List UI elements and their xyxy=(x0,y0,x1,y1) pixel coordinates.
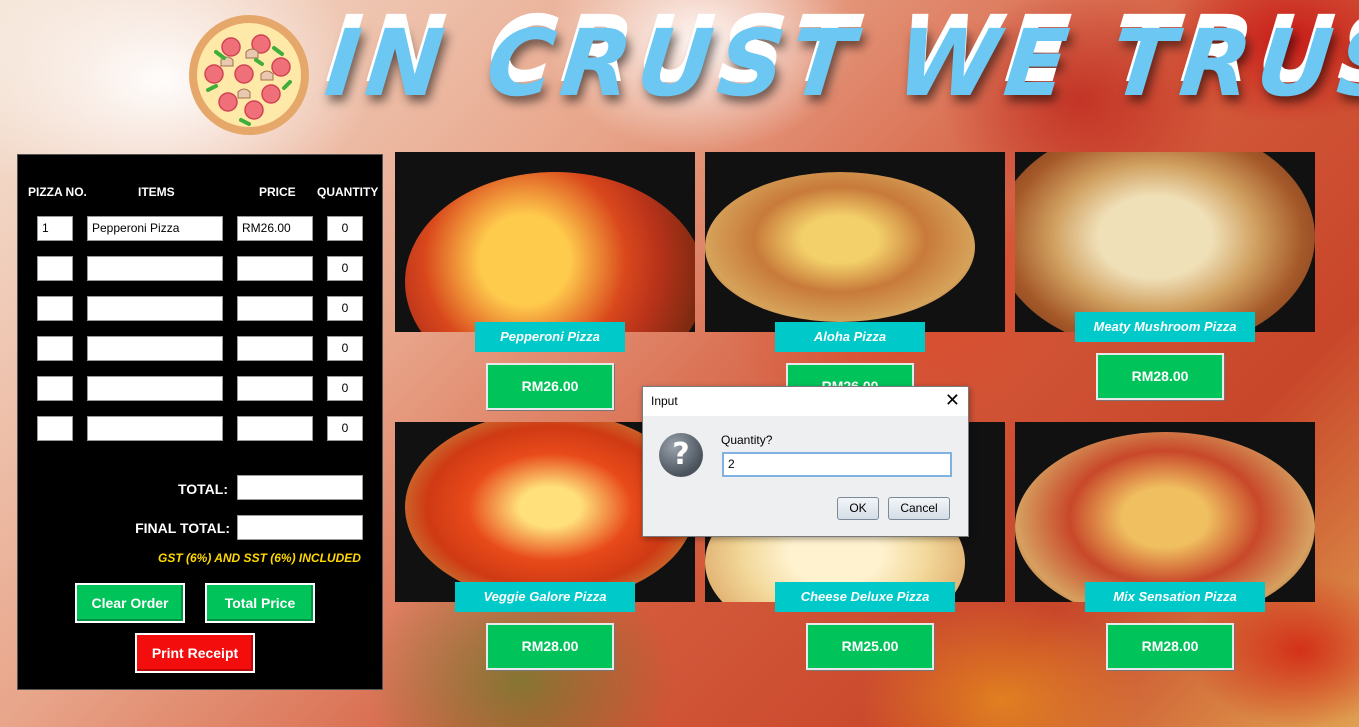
row-2-item-field[interactable] xyxy=(87,256,223,281)
column-header-pizza-no: PIZZA NO. xyxy=(28,185,87,199)
row-2-pizza-no-field[interactable] xyxy=(37,256,73,281)
row-1-quantity-field[interactable]: 0 xyxy=(327,216,363,241)
column-header-price: PRICE xyxy=(259,185,296,199)
dialog-title: Input xyxy=(651,394,678,408)
menu-item-3-name: Meaty Mushroom Pizza xyxy=(1075,312,1255,342)
meaty-mushroom-pizza-image xyxy=(1015,152,1315,332)
column-header-quantity: QUANTITY xyxy=(317,185,379,199)
quantity-input[interactable]: 2 xyxy=(722,452,952,477)
row-4-quantity-field[interactable]: 0 xyxy=(327,336,363,361)
row-4-item-field[interactable] xyxy=(87,336,223,361)
veggie-galore-pizza-price-button[interactable]: RM28.00 xyxy=(486,623,614,670)
close-icon[interactable]: ✕ xyxy=(945,390,960,410)
row-6-pizza-no-field[interactable] xyxy=(37,416,73,441)
row-2-quantity-field[interactable]: 0 xyxy=(327,256,363,281)
row-1-price-field[interactable]: RM26.00 xyxy=(237,216,313,241)
row-5-quantity-field[interactable]: 0 xyxy=(327,376,363,401)
quantity-prompt: Quantity? xyxy=(721,433,773,447)
row-6-price-field[interactable] xyxy=(237,416,313,441)
final-total-label: FINAL TOTAL: xyxy=(135,520,230,536)
row-4-pizza-no-field[interactable] xyxy=(37,336,73,361)
header: IN CRUST WE TRUST xyxy=(186,8,1359,138)
total-price-button[interactable]: Total Price xyxy=(205,583,315,623)
row-1-item-field[interactable]: Pepperoni Pizza xyxy=(87,216,223,241)
column-header-items: ITEMS xyxy=(138,185,175,199)
total-field[interactable] xyxy=(237,475,363,500)
row-1-pizza-no-field[interactable]: 1 xyxy=(37,216,73,241)
question-icon: ? xyxy=(659,433,703,477)
row-4-price-field[interactable] xyxy=(237,336,313,361)
menu-item-5-name: Cheese Deluxe Pizza xyxy=(775,582,955,612)
pepperoni-pizza-price-button[interactable]: RM26.00 xyxy=(486,363,614,410)
banner-title: IN CRUST WE TRUST xyxy=(320,10,1359,117)
mix-sensation-pizza-price-button[interactable]: RM28.00 xyxy=(1106,623,1234,670)
dialog-titlebar[interactable]: Input ✕ xyxy=(643,387,968,416)
print-receipt-button[interactable]: Print Receipt xyxy=(135,633,255,673)
cheese-deluxe-pizza-price-button[interactable]: RM25.00 xyxy=(806,623,934,670)
row-6-item-field[interactable] xyxy=(87,416,223,441)
pepperoni-pizza-image xyxy=(395,152,695,332)
aloha-pizza-image xyxy=(705,152,1005,332)
input-dialog: Input ✕ ? Quantity? 2 OK Cancel xyxy=(642,386,969,537)
mix-sensation-pizza-image xyxy=(1015,422,1315,602)
row-3-price-field[interactable] xyxy=(237,296,313,321)
total-label: TOTAL: xyxy=(177,481,228,497)
row-5-item-field[interactable] xyxy=(87,376,223,401)
row-5-pizza-no-field[interactable] xyxy=(37,376,73,401)
final-total-field[interactable] xyxy=(237,515,363,540)
clear-order-button[interactable]: Clear Order xyxy=(75,583,185,623)
row-5-price-field[interactable] xyxy=(237,376,313,401)
order-panel: PIZZA NO. ITEMS PRICE QUANTITY 1 Peppero… xyxy=(17,154,383,690)
ok-button[interactable]: OK xyxy=(837,497,879,520)
row-2-price-field[interactable] xyxy=(237,256,313,281)
cancel-button[interactable]: Cancel xyxy=(888,497,950,520)
row-6-quantity-field[interactable]: 0 xyxy=(327,416,363,441)
tax-note: GST (6%) AND SST (6%) INCLUDED xyxy=(158,551,361,565)
menu-item-2-name: Aloha Pizza xyxy=(775,322,925,352)
row-3-item-field[interactable] xyxy=(87,296,223,321)
menu-item-4-name: Veggie Galore Pizza xyxy=(455,582,635,612)
row-3-pizza-no-field[interactable] xyxy=(37,296,73,321)
meaty-mushroom-pizza-price-button[interactable]: RM28.00 xyxy=(1096,353,1224,400)
menu-item-6-name: Mix Sensation Pizza xyxy=(1085,582,1265,612)
pizza-logo-icon xyxy=(189,15,309,135)
row-3-quantity-field[interactable]: 0 xyxy=(327,296,363,321)
menu-item-1-name: Pepperoni Pizza xyxy=(475,322,625,352)
